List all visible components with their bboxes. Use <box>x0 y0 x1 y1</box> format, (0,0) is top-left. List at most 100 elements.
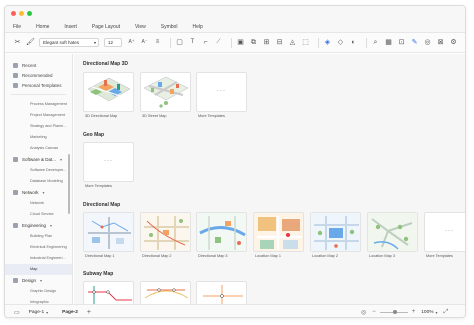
fullscreen-icon[interactable]: ⤢ <box>444 309 449 316</box>
more-icon: ··· <box>217 88 226 94</box>
align-icon[interactable]: ⊞ <box>262 38 271 47</box>
sidebar-item[interactable]: Software Developm... <box>5 165 72 176</box>
sidebar-item[interactable]: Building Plan <box>5 231 72 242</box>
category-icon <box>13 223 18 228</box>
arrange-icon[interactable]: ▣ <box>236 38 245 47</box>
format-painter-icon[interactable]: 🖌 <box>26 38 35 47</box>
menu-symbol[interactable]: Symbol <box>161 24 178 30</box>
shadow-icon[interactable]: ◐ <box>349 38 358 47</box>
more-tools-icon[interactable]: ⊠ <box>436 38 445 47</box>
sidebar-item[interactable]: Graphic Design <box>5 286 72 297</box>
template-card[interactable] <box>83 72 134 112</box>
text-format-icon[interactable]: ≡ <box>153 38 162 47</box>
sidebar-item[interactable]: Database Modeling <box>5 176 72 187</box>
directional-map-thumbnail <box>141 213 190 251</box>
table-icon[interactable]: ▦ <box>384 38 393 47</box>
template-card[interactable] <box>310 212 361 252</box>
menu-home[interactable]: Home <box>36 24 49 30</box>
sidebar-category[interactable]: Engineering ▾ <box>5 220 72 231</box>
sidebar-item-personal-templates[interactable]: Personal Templates <box>13 80 72 90</box>
group-icon[interactable]: ⧉ <box>249 38 258 47</box>
zoom-slider-handle[interactable] <box>392 309 397 314</box>
distribute-icon[interactable]: ⊟ <box>275 38 284 47</box>
template-card[interactable] <box>367 212 418 252</box>
increase-font-icon[interactable]: A⁺ <box>127 38 136 47</box>
directional-map-thumbnail <box>197 213 246 251</box>
position-icon[interactable]: ◬ <box>288 38 297 47</box>
template-card[interactable] <box>140 212 191 252</box>
menu-view[interactable]: View <box>135 24 146 30</box>
directional-map-thumbnail <box>84 213 133 251</box>
template-gallery: Directional Map 3D 3D Directional Map 3D… <box>74 54 465 304</box>
page-tab-1[interactable]: Page-1 <box>29 310 44 315</box>
3d-map-thumbnail <box>87 77 131 102</box>
sidebar-item[interactable]: Network <box>5 198 72 209</box>
fill-color-icon[interactable]: ◈ <box>323 38 332 47</box>
sidebar-item[interactable]: Electrical Engineering <box>5 242 72 253</box>
connector-tool-icon[interactable]: ⌐ <box>201 38 210 47</box>
menu-file[interactable]: File <box>13 24 21 30</box>
zoom-out-icon[interactable]: − <box>372 309 376 315</box>
3d-street-map-thumbnail <box>143 76 189 108</box>
sidebar-category[interactable]: Software & Dat... ▾ <box>5 154 72 165</box>
font-family-select[interactable]: Elegant soft hates ▾ <box>39 38 99 47</box>
sidebar-item[interactable]: Analysis Canvas <box>5 143 72 154</box>
zoom-level[interactable]: 100% <box>421 310 433 315</box>
zoom-in-icon[interactable]: + <box>412 309 416 315</box>
sidebar-scrollbar[interactable] <box>68 154 70 214</box>
fit-page-icon[interactable]: ◎ <box>361 309 366 316</box>
zoom-slider[interactable] <box>379 309 408 314</box>
sidebar-item[interactable]: Project Management <box>5 110 72 121</box>
sidebar-category[interactable]: Design ▾ <box>5 275 72 286</box>
sidebar-item-recommended[interactable]: Recommended <box>13 70 72 80</box>
sidebar-category-label: Engineering <box>22 223 47 228</box>
line-color-icon[interactable]: ◇ <box>336 38 345 47</box>
add-page-icon[interactable]: + <box>87 309 91 316</box>
sidebar-item[interactable]: Process Management <box>5 99 72 110</box>
pen-icon[interactable]: ✎ <box>410 38 419 47</box>
template-card[interactable] <box>196 212 247 252</box>
style-icon[interactable]: ◎ <box>423 38 432 47</box>
line-tool-icon[interactable]: ⟋ <box>214 38 223 47</box>
sidebar-item[interactable]: Map <box>5 264 72 275</box>
sidebar-item-recent[interactable]: Recent <box>13 60 72 70</box>
sidebar-item[interactable]: Cloud Service <box>5 209 72 220</box>
text-tool-icon[interactable]: T <box>188 38 197 47</box>
close-window-button[interactable] <box>11 11 16 16</box>
template-card[interactable] <box>140 281 191 304</box>
template-card[interactable] <box>83 281 134 304</box>
page-view-icon[interactable]: ▭ <box>14 309 20 316</box>
sidebar-item[interactable]: Industrial Engineeri... <box>5 253 72 264</box>
font-size-select[interactable]: 12 <box>104 38 122 47</box>
section-title: Subway Map <box>83 271 114 277</box>
search-icon[interactable]: ⌕ <box>371 38 380 47</box>
rectangle-tool-icon[interactable]: ▢ <box>175 38 184 47</box>
subway-map-thumbnail <box>88 286 132 304</box>
template-card[interactable] <box>140 72 191 112</box>
more-templates-card[interactable]: ··· <box>83 142 134 182</box>
page-tab-2[interactable]: Page-2 <box>62 310 78 315</box>
chevron-down-icon[interactable]: ▾ <box>436 310 438 315</box>
more-templates-card[interactable]: ··· <box>196 72 247 112</box>
decrease-font-icon[interactable]: A⁻ <box>140 38 149 47</box>
sidebar-item[interactable]: Marketing <box>5 132 72 143</box>
chevron-down-icon[interactable]: ▾ <box>46 310 48 315</box>
template-card[interactable] <box>253 212 304 252</box>
sidebar-item[interactable]: Infographic <box>5 297 72 304</box>
cut-icon[interactable]: ✂ <box>13 38 22 47</box>
lock-icon[interactable]: ⊡ <box>397 38 406 47</box>
menu-insert[interactable]: Insert <box>64 24 77 30</box>
size-icon[interactable]: ⬚ <box>301 38 310 47</box>
template-card-title: 3D Directional Map <box>85 114 118 118</box>
minimize-window-button[interactable] <box>19 11 24 16</box>
settings-icon[interactable]: ⚙ <box>449 38 458 47</box>
template-card[interactable] <box>196 281 247 304</box>
more-templates-card[interactable]: ··· <box>424 212 465 252</box>
sidebar-category[interactable]: Network ▾ <box>5 187 72 198</box>
maximize-window-button[interactable] <box>27 11 32 16</box>
sidebar-item[interactable]: Strategy and Planni... <box>5 121 72 132</box>
menu-help[interactable]: Help <box>192 24 202 30</box>
template-card[interactable] <box>83 212 134 252</box>
category-icon <box>13 157 18 162</box>
menu-page-layout[interactable]: Page Layout <box>92 24 120 30</box>
